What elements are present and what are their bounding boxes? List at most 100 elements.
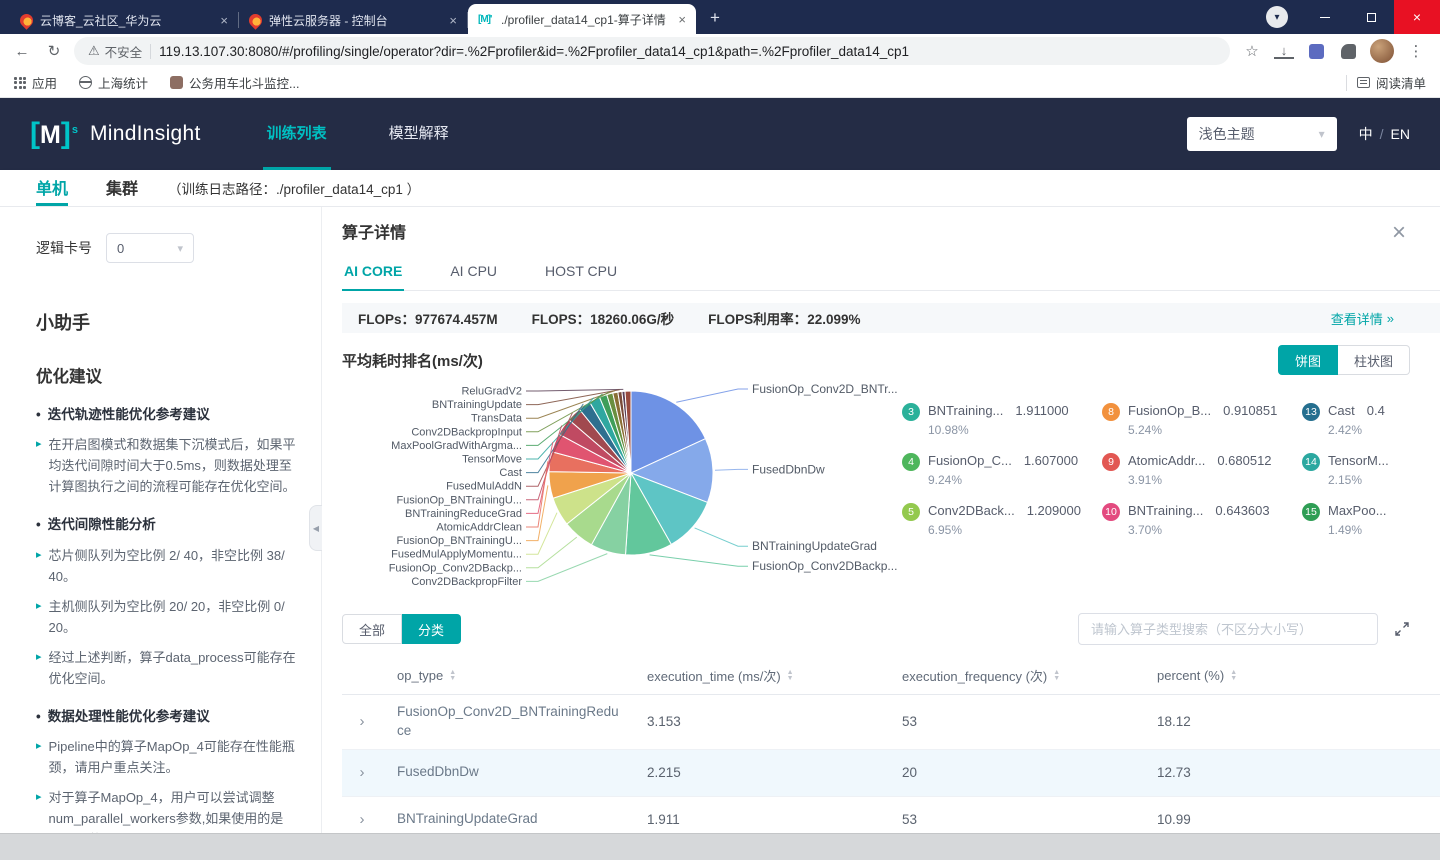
tab-close-icon[interactable]: × — [449, 13, 457, 28]
table-row[interactable]: › BNTrainingUpdateGrad 1.911 53 10.99 — [342, 797, 1440, 833]
security-indicator[interactable]: ⚠ 不安全 — [88, 42, 142, 61]
bullet-icon: • — [36, 517, 41, 533]
pie-label-line — [526, 388, 624, 392]
pie-label-line — [526, 536, 578, 569]
col-op-type: op_type — [397, 668, 444, 683]
legend-item[interactable]: 5 Conv2DBack... 1.209000 6.95% — [902, 503, 1102, 537]
maximize-button[interactable] — [1348, 0, 1394, 34]
tab-host-cpu[interactable]: HOST CPU — [543, 257, 619, 291]
legend-rank-badge: 13 — [1302, 403, 1320, 421]
legend-item[interactable]: 3 BNTraining... 1.911000 10.98% — [902, 403, 1102, 437]
suggestion-item: ▸ 对于算子MapOp_4，用户可以尝试调整num_parallel_worker… — [36, 787, 299, 833]
legend-item[interactable]: 4 FusionOp_C... 1.607000 9.24% — [902, 453, 1102, 487]
extension-icon[interactable] — [1308, 43, 1324, 59]
browser-menu-icon[interactable]: ⋮ — [1406, 41, 1426, 61]
legend-item[interactable]: 8 FusionOp_B... 0.910851 5.24% — [1102, 403, 1302, 437]
pie-label: FusedMulAddN — [446, 481, 522, 493]
bookmark-item[interactable]: 公务用车北斗监控... — [170, 73, 299, 92]
tab-single-machine[interactable]: 单机 — [36, 170, 69, 206]
tab-close-icon[interactable]: × — [220, 13, 228, 28]
browser-tab-2[interactable]: 弹性云服务器 - 控制台 × — [239, 6, 467, 34]
operator-search-input[interactable] — [1078, 613, 1378, 645]
tab-ai-core[interactable]: AI CORE — [342, 257, 405, 291]
tab-search-button[interactable]: ▾ — [1266, 6, 1288, 28]
stat-flops-rate: FLOPS：18260.06G/秒 — [531, 312, 675, 327]
tab-close-icon[interactable]: × — [678, 12, 686, 27]
profile-avatar[interactable] — [1370, 39, 1394, 63]
bookmark-item[interactable]: 上海统计 — [79, 73, 148, 92]
row-expand-icon[interactable]: › — [342, 713, 382, 730]
minimize-button[interactable] — [1302, 0, 1348, 34]
extension-icon[interactable] — [1340, 43, 1356, 59]
tab-cluster[interactable]: 集群 — [106, 170, 138, 206]
table-row[interactable]: › FusedDbnDw 2.215 20 12.73 — [342, 749, 1440, 797]
cell-percent: 10.99 — [1157, 812, 1191, 828]
legend-rank-badge: 14 — [1302, 453, 1320, 471]
table-row[interactable]: › FusionOp_Conv2D_BNTrainingReduce 3.153 53… — [342, 695, 1440, 750]
address-bar: ← ↻ ⚠ 不安全 119.13.107.30:8080/#/profiling… — [0, 34, 1440, 68]
download-icon[interactable]: ↓ — [1274, 44, 1294, 59]
chevron-down-icon: ▾ — [177, 242, 183, 255]
lang-en[interactable]: EN — [1391, 126, 1410, 142]
sort-percent[interactable]: ▲ ▼ — [1230, 669, 1237, 682]
legend-percent: 2.15% — [1328, 473, 1363, 487]
huawei-cloud-favicon-icon — [246, 10, 265, 30]
sort-execution-frequency[interactable]: ▲ ▼ — [1053, 669, 1060, 682]
refresh-icon[interactable]: ↻ — [42, 39, 66, 63]
bar-chart-button[interactable]: 柱状图 — [1337, 345, 1410, 375]
legend-item[interactable]: 13 Cast 0.4 2.42% — [1302, 403, 1440, 437]
pie-chart-button[interactable]: 饼图 — [1277, 345, 1338, 375]
sub-navigation: 单机 集群 （训练日志路径：./profiler_data14_cp1 ） — [0, 170, 1440, 207]
legend-name: BNTraining... — [928, 403, 1004, 418]
pie-label: FusedDbnDw — [752, 462, 825, 476]
cell-percent: 18.12 — [1157, 714, 1191, 730]
triangle-right-icon: ▸ — [36, 650, 42, 663]
view-details-link[interactable]: 查看详情 » — [1331, 309, 1394, 328]
row-expand-icon[interactable]: › — [342, 811, 382, 828]
sidebar-collapse-handle[interactable]: ◀ — [309, 505, 322, 551]
window-controls: ▾ × — [1266, 0, 1440, 34]
suggestion-section-title: • 数据处理性能优化参考建议 — [36, 707, 299, 727]
nav-training-list[interactable]: 训练列表 — [262, 98, 331, 170]
omnibox[interactable]: ⚠ 不安全 119.13.107.30:8080/#/profiling/sin… — [74, 37, 1230, 65]
training-log-path: （训练日志路径：./profiler_data14_cp1 ） — [168, 182, 421, 197]
mindinsight-logo[interactable]: [M] s — [30, 117, 78, 151]
legend-percent: 3.91% — [1128, 473, 1163, 487]
minimize-icon — [1320, 16, 1330, 18]
browser-tab-active[interactable]: [M]' ./profiler_data14_cp1-算子详情 × — [468, 4, 696, 34]
pie-label: FusedMulApplyMomentu... — [391, 549, 522, 561]
tab-ai-cpu[interactable]: AI CPU — [448, 257, 499, 291]
new-tab-button[interactable]: + — [702, 5, 728, 31]
category-button[interactable]: 分类 — [402, 614, 462, 644]
nav-model-explanation[interactable]: 模型解释 — [385, 98, 453, 170]
apps-shortcut[interactable]: 应用 — [14, 73, 57, 92]
pie-chart[interactable]: ReluGradV2BNTrainingUpdateTransDataConv2… — [342, 377, 902, 605]
pie-label: BNTrainingUpdate — [432, 399, 522, 411]
sort-execution-time[interactable]: ▲ ▼ — [787, 669, 794, 682]
lang-zh[interactable]: 中 — [1359, 124, 1373, 144]
back-icon[interactable]: ← — [10, 39, 34, 63]
triangle-right-icon: ▸ — [36, 438, 42, 451]
legend-item[interactable]: 14 TensorM... 2.15% — [1302, 453, 1440, 487]
pie-label: FusionOp_BNTrainingU... — [396, 535, 522, 547]
sort-op-type[interactable]: ▲ ▼ — [449, 669, 456, 682]
browser-titlebar: 云博客_云社区_华为云 × 弹性云服务器 - 控制台 × [M]' ./prof… — [0, 0, 1440, 34]
row-expand-icon[interactable]: › — [342, 764, 382, 781]
all-button[interactable]: 全部 — [342, 614, 403, 644]
close-window-button[interactable]: × — [1394, 0, 1440, 34]
fullscreen-icon[interactable] — [1394, 621, 1410, 637]
legend-percent: 2.42% — [1328, 423, 1363, 437]
operator-panel: 算子详情 × AI CORE AI CPU HOST CPU FLOPs：977… — [322, 207, 1440, 833]
reading-list-button[interactable]: 阅读清单 — [1356, 73, 1426, 92]
legend-item[interactable]: 9 AtomicAddr... 0.680512 3.91% — [1102, 453, 1302, 487]
legend-item[interactable]: 10 BNTraining... 0.643603 3.70% — [1102, 503, 1302, 537]
bookmarks-divider — [1345, 74, 1347, 91]
bookmark-star-icon[interactable]: ☆ — [1242, 41, 1262, 61]
pie-label-line — [649, 554, 748, 567]
logical-card-select[interactable]: 0 ▾ — [106, 233, 194, 263]
legend-value: 0.4 — [1366, 403, 1385, 418]
close-icon[interactable]: × — [1392, 221, 1406, 245]
legend-item[interactable]: 15 MaxPoo... 1.49% — [1302, 503, 1440, 537]
browser-tab-1[interactable]: 云博客_云社区_华为云 × — [10, 6, 238, 34]
theme-select[interactable]: 浅色主题 ▾ — [1186, 117, 1337, 151]
